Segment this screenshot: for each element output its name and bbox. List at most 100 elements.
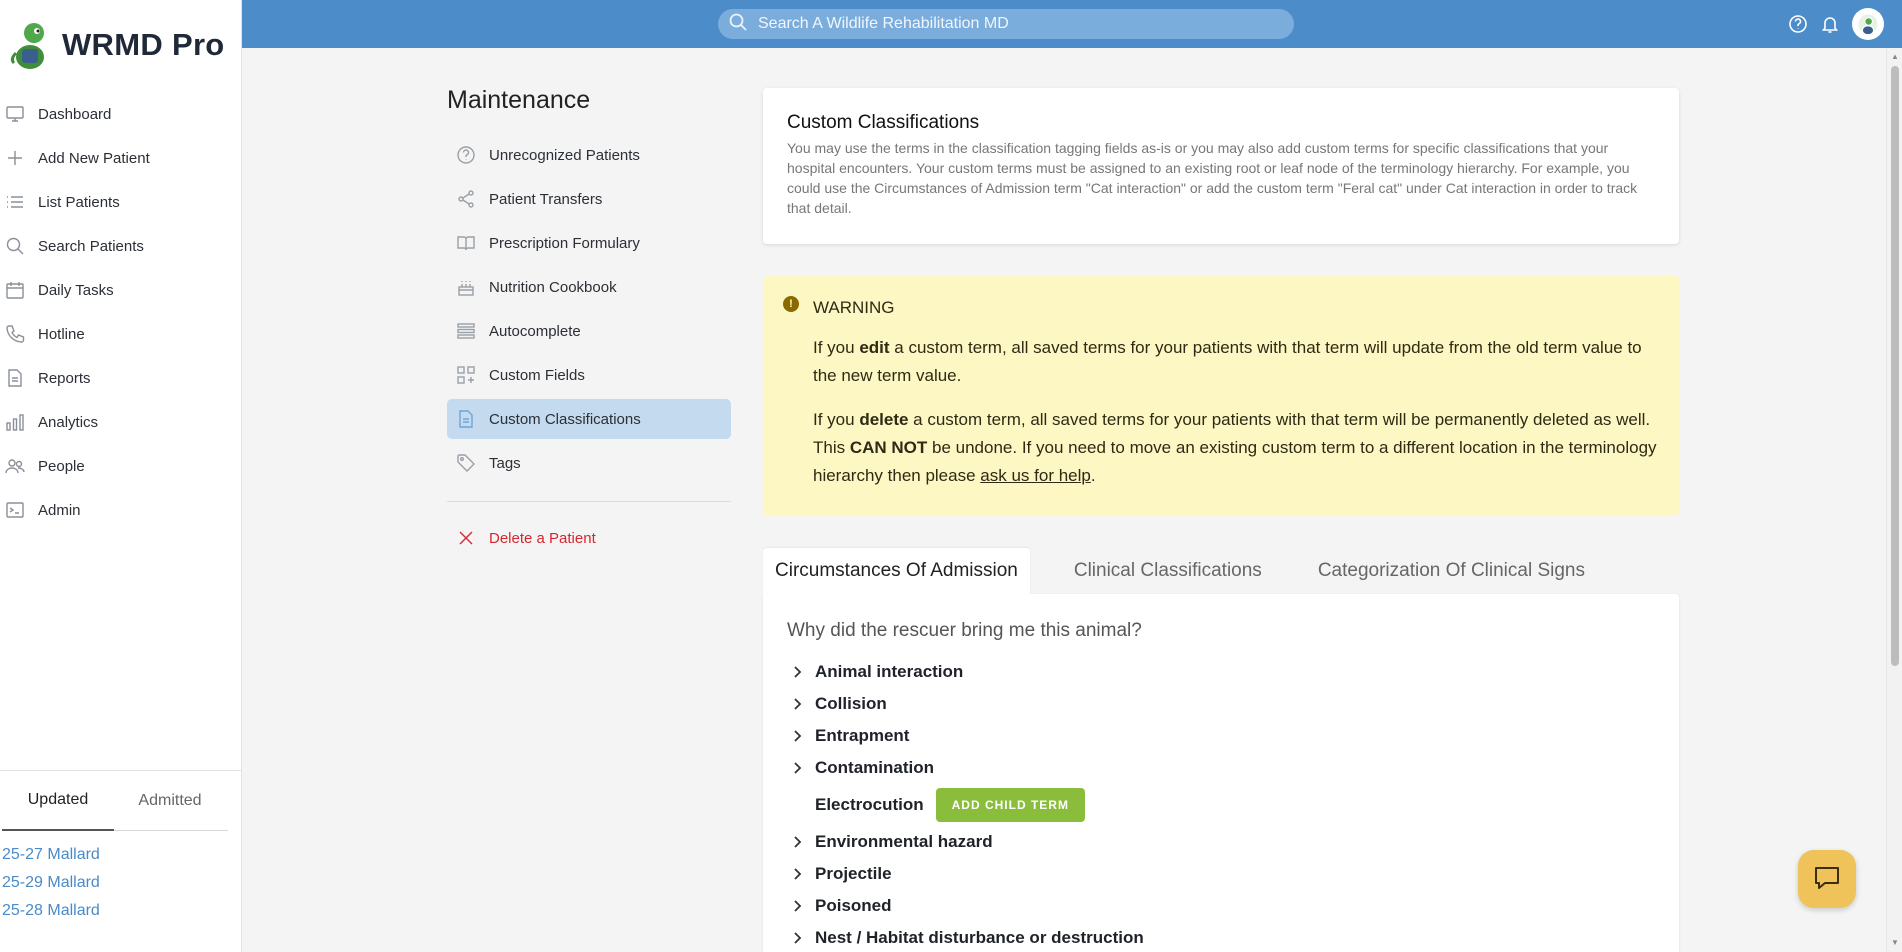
- maint-item-unrecognized-patients[interactable]: Unrecognized Patients: [447, 135, 731, 175]
- main-nav: Dashboard Add New Patient List Patients …: [0, 92, 241, 532]
- maint-item-tags[interactable]: Tags: [447, 443, 731, 483]
- tree-node-label[interactable]: Collision: [815, 694, 887, 714]
- warning-icon: !: [783, 296, 799, 312]
- top-icons: [1778, 8, 1884, 40]
- tree-node-label[interactable]: Environmental hazard: [815, 832, 993, 852]
- tree-node-label[interactable]: Animal interaction: [815, 662, 963, 682]
- tab-circumstances-of-admission[interactable]: Circumstances Of Admission: [763, 548, 1030, 594]
- nav-item-people[interactable]: People: [0, 444, 241, 488]
- main-content: Custom Classifications You may use the t…: [763, 88, 1679, 952]
- nav-item-analytics[interactable]: Analytics: [0, 400, 241, 444]
- nav-item-daily-tasks[interactable]: Daily Tasks: [0, 268, 241, 312]
- warning-box: ! WARNING If you edit a custom term, all…: [763, 276, 1679, 516]
- chevron-right-icon[interactable]: [787, 662, 807, 682]
- tab-clinical-classifications[interactable]: Clinical Classifications: [1062, 548, 1274, 594]
- nav-item-add-new-patient[interactable]: Add New Patient: [0, 136, 241, 180]
- maint-label: Tags: [489, 454, 521, 472]
- tree-node-label[interactable]: Electrocution: [815, 795, 924, 815]
- maint-item-custom-classifications[interactable]: Custom Classifications: [447, 399, 731, 439]
- nav-item-dashboard[interactable]: Dashboard: [0, 92, 241, 136]
- bar-chart-icon: [4, 411, 26, 433]
- search-icon: [728, 12, 748, 37]
- chevron-right-icon[interactable]: [787, 928, 807, 948]
- maint-item-autocomplete[interactable]: Autocomplete: [447, 311, 731, 351]
- page-scrollbar[interactable]: ▲ ▼: [1886, 48, 1902, 952]
- nav-label: Dashboard: [38, 105, 112, 123]
- add-child-term-button[interactable]: ADD CHILD TERM: [935, 788, 1085, 822]
- chevron-right-icon[interactable]: [787, 896, 807, 916]
- terminology-tree: Why did the rescuer bring me this animal…: [763, 594, 1679, 952]
- tree-node-label[interactable]: Projectile: [815, 864, 892, 884]
- recent-patient-link[interactable]: 25-27 Mallard: [2, 841, 242, 869]
- search-input[interactable]: [758, 15, 1278, 33]
- stack-icon: [455, 320, 477, 342]
- nav-label: Hotline: [38, 325, 85, 343]
- tab-updated[interactable]: Updated: [2, 771, 114, 831]
- recent-patient-link[interactable]: 25-29 Mallard: [2, 869, 242, 897]
- brand[interactable]: WRMD Pro: [0, 0, 241, 90]
- nav-item-reports[interactable]: Reports: [0, 356, 241, 400]
- maintenance-nav: Maintenance Unrecognized Patients Patien…: [447, 86, 731, 562]
- maint-label: Custom Classifications: [489, 410, 641, 428]
- nav-item-list-patients[interactable]: List Patients: [0, 180, 241, 224]
- scroll-up-arrow[interactable]: ▲: [1890, 52, 1900, 62]
- tree-node: Entrapment: [787, 720, 1655, 752]
- delete-patient-link[interactable]: Delete a Patient: [447, 518, 731, 558]
- tree-node: Environmental hazard: [787, 826, 1655, 858]
- help-icon[interactable]: [1786, 12, 1810, 36]
- nav-item-search-patients[interactable]: Search Patients: [0, 224, 241, 268]
- maint-item-prescription-formulary[interactable]: Prescription Formulary: [447, 223, 731, 263]
- maint-label: Prescription Formulary: [489, 234, 640, 252]
- question-icon: [455, 144, 477, 166]
- recent-tabs: Updated Admitted: [2, 771, 228, 831]
- tree-node: Nest / Habitat disturbance or destructio…: [787, 922, 1655, 952]
- page-title: Maintenance: [447, 86, 591, 114]
- nav-label: Admin: [38, 501, 81, 519]
- tree-node-label[interactable]: Nest / Habitat disturbance or destructio…: [815, 928, 1144, 948]
- classification-tabs: Circumstances Of Admission Clinical Clas…: [763, 548, 1679, 594]
- chevron-right-icon[interactable]: [787, 726, 807, 746]
- support-chat-button[interactable]: [1798, 850, 1856, 908]
- search-icon: [4, 235, 26, 257]
- warning-delete-text: If you delete a custom term, all saved t…: [813, 410, 1657, 485]
- maint-item-nutrition-cookbook[interactable]: Nutrition Cookbook: [447, 267, 731, 307]
- top-bar: [242, 0, 1902, 48]
- maint-label: Delete a Patient: [489, 529, 596, 547]
- tab-categorization-of-clinical-signs[interactable]: Categorization Of Clinical Signs: [1306, 548, 1597, 594]
- tab-admitted[interactable]: Admitted: [114, 771, 226, 830]
- tree-node-selected: Electrocution ADD CHILD TERM: [787, 784, 1655, 826]
- bell-icon[interactable]: [1818, 12, 1842, 36]
- maint-label: Unrecognized Patients: [489, 146, 640, 164]
- chevron-right-icon[interactable]: [787, 694, 807, 714]
- chevron-right-icon[interactable]: [787, 832, 807, 852]
- maint-label: Autocomplete: [489, 322, 581, 340]
- tree-node-label[interactable]: Contamination: [815, 758, 934, 778]
- chevron-right-icon[interactable]: [787, 864, 807, 884]
- monitor-icon: [4, 103, 26, 125]
- nav-label: Analytics: [38, 413, 99, 431]
- nav-label: Daily Tasks: [38, 281, 114, 299]
- ask-help-link[interactable]: ask us for help: [980, 466, 1091, 485]
- section-title: Custom Classifications: [787, 112, 980, 133]
- file-icon: [455, 408, 477, 430]
- terminal-icon: [4, 499, 26, 521]
- user-avatar[interactable]: [1852, 8, 1884, 40]
- nav-label: Add New Patient: [38, 149, 150, 167]
- nav-item-hotline[interactable]: Hotline: [0, 312, 241, 356]
- app-sidebar: WRMD Pro Dashboard Add New Patient List …: [0, 0, 242, 952]
- tree-node-label[interactable]: Entrapment: [815, 726, 909, 746]
- nav-label: Search Patients: [38, 237, 144, 255]
- maint-item-patient-transfers[interactable]: Patient Transfers: [447, 179, 731, 219]
- chevron-right-icon[interactable]: [787, 758, 807, 778]
- intro-card: Custom Classifications You may use the t…: [763, 88, 1679, 244]
- chat-bubble-icon: [1812, 862, 1842, 897]
- tree-node: Animal interaction: [787, 656, 1655, 688]
- scroll-thumb[interactable]: [1891, 66, 1899, 666]
- maint-item-custom-fields[interactable]: Custom Fields: [447, 355, 731, 395]
- tree-question: Why did the rescuer bring me this animal…: [787, 620, 1142, 641]
- nav-item-admin[interactable]: Admin: [0, 488, 241, 532]
- scroll-down-arrow[interactable]: ▼: [1890, 938, 1900, 948]
- share-icon: [455, 188, 477, 210]
- recent-patient-link[interactable]: 25-28 Mallard: [2, 897, 242, 925]
- tree-node-label[interactable]: Poisoned: [815, 896, 892, 916]
